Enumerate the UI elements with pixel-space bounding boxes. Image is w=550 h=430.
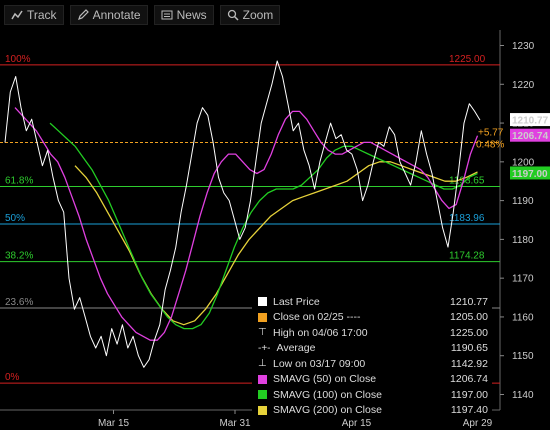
legend-label: High on 04/06 17:00: [273, 326, 368, 339]
zoom-icon: [227, 9, 239, 21]
legend-label: Average: [276, 342, 316, 355]
legend-value: 1206.74: [450, 373, 488, 386]
y-tick-label: 1180: [512, 235, 534, 246]
x-tick-label: Apr 15: [342, 418, 372, 429]
legend-item: Last Price 1210.77: [252, 294, 492, 310]
fib-level-label: 61.8%: [5, 175, 33, 186]
price-tag-value: 1206.74: [512, 131, 549, 142]
y-tick-label: 1190: [512, 196, 534, 207]
news-label: News: [176, 8, 207, 22]
annotate-icon: [77, 9, 89, 20]
legend-value: 1190.65: [450, 342, 488, 355]
fib-level-label: 38.2%: [5, 251, 33, 262]
track-label: Track: [27, 8, 57, 22]
chart-toolbar: Track Annotate News Zoom: [0, 0, 504, 30]
legend-item: Close on 02/25 ---- 1205.00: [252, 310, 492, 326]
fib-level-label: 100%: [5, 54, 31, 65]
legend-label: Close on 02/25 ----: [273, 311, 361, 324]
legend-swatch: [258, 312, 267, 322]
legend-item: SMAVG (50) on Close 1206.74: [252, 372, 492, 388]
price-tag-value: 1210.77: [512, 116, 549, 127]
legend-value: 1142.92: [450, 357, 488, 370]
news-icon: [161, 10, 173, 20]
change-pct-label: 0.48%: [476, 139, 504, 150]
legend-item: -+- Average 1190.65: [252, 341, 492, 357]
news-button[interactable]: News: [153, 5, 214, 25]
zoom-label: Zoom: [242, 8, 274, 22]
legend-swatch: [258, 390, 267, 400]
y-tick-label: 1170: [512, 274, 534, 285]
x-tick-label: Mar 15: [98, 418, 130, 429]
chart-legend: Last Price 1210.77 Close on 02/25 ---- 1205…: [252, 294, 492, 418]
x-tick-label: Apr 29: [463, 418, 493, 429]
price-tag-value: 1197.00: [512, 169, 548, 180]
legend-item: SMAVG (100) on Close 1197.00: [252, 387, 492, 403]
legend-label: Last Price: [273, 295, 320, 308]
legend-item: SMAVG (200) on Close 1197.40: [252, 403, 492, 419]
fib-level-label: 23.6%: [5, 297, 33, 308]
fib-level-value: 1174.28: [449, 251, 485, 262]
legend-item: ⊤ High on 04/06 17:00 1225.00: [252, 325, 492, 341]
x-tick-label: Mar 31: [219, 418, 251, 429]
annotate-button[interactable]: Annotate: [69, 5, 148, 25]
legend-label: Low on 03/17 09:00: [273, 357, 366, 370]
legend-swatch: [258, 405, 267, 415]
annotate-label: Annotate: [92, 8, 141, 22]
legend-item: ⊥ Low on 03/17 09:00 1142.92: [252, 356, 492, 372]
change-abs-label: +5.77: [478, 127, 504, 138]
legend-swatch: -+-: [258, 342, 271, 354]
legend-value: 1197.00: [450, 388, 488, 401]
y-tick-label: 1220: [512, 80, 535, 91]
legend-value: 1210.77: [450, 295, 488, 308]
legend-label: SMAVG (200) on Close: [273, 404, 382, 417]
y-tick-label: 1230: [512, 41, 535, 52]
legend-swatch: [258, 374, 267, 384]
legend-label: SMAVG (100) on Close: [273, 388, 382, 401]
legend-label: SMAVG (50) on Close: [273, 373, 377, 386]
legend-swatch: [258, 297, 267, 307]
y-tick-label: 1140: [512, 390, 534, 401]
y-tick-label: 1160: [512, 312, 534, 323]
fib-level-value: 1225.00: [449, 54, 486, 65]
legend-value: 1197.40: [450, 404, 488, 417]
y-tick-label: 1150: [512, 351, 534, 362]
fib-level-label: 50%: [5, 213, 25, 224]
legend-swatch: ⊤: [258, 327, 267, 339]
fib-level-value: 1183.96: [449, 213, 485, 224]
track-icon: [11, 10, 23, 20]
fib-level-label: 0%: [5, 372, 20, 383]
legend-swatch: ⊥: [258, 358, 267, 370]
legend-value: 1205.00: [450, 311, 488, 324]
track-button[interactable]: Track: [4, 5, 64, 25]
legend-value: 1225.00: [450, 326, 488, 339]
zoom-button[interactable]: Zoom: [219, 5, 281, 25]
